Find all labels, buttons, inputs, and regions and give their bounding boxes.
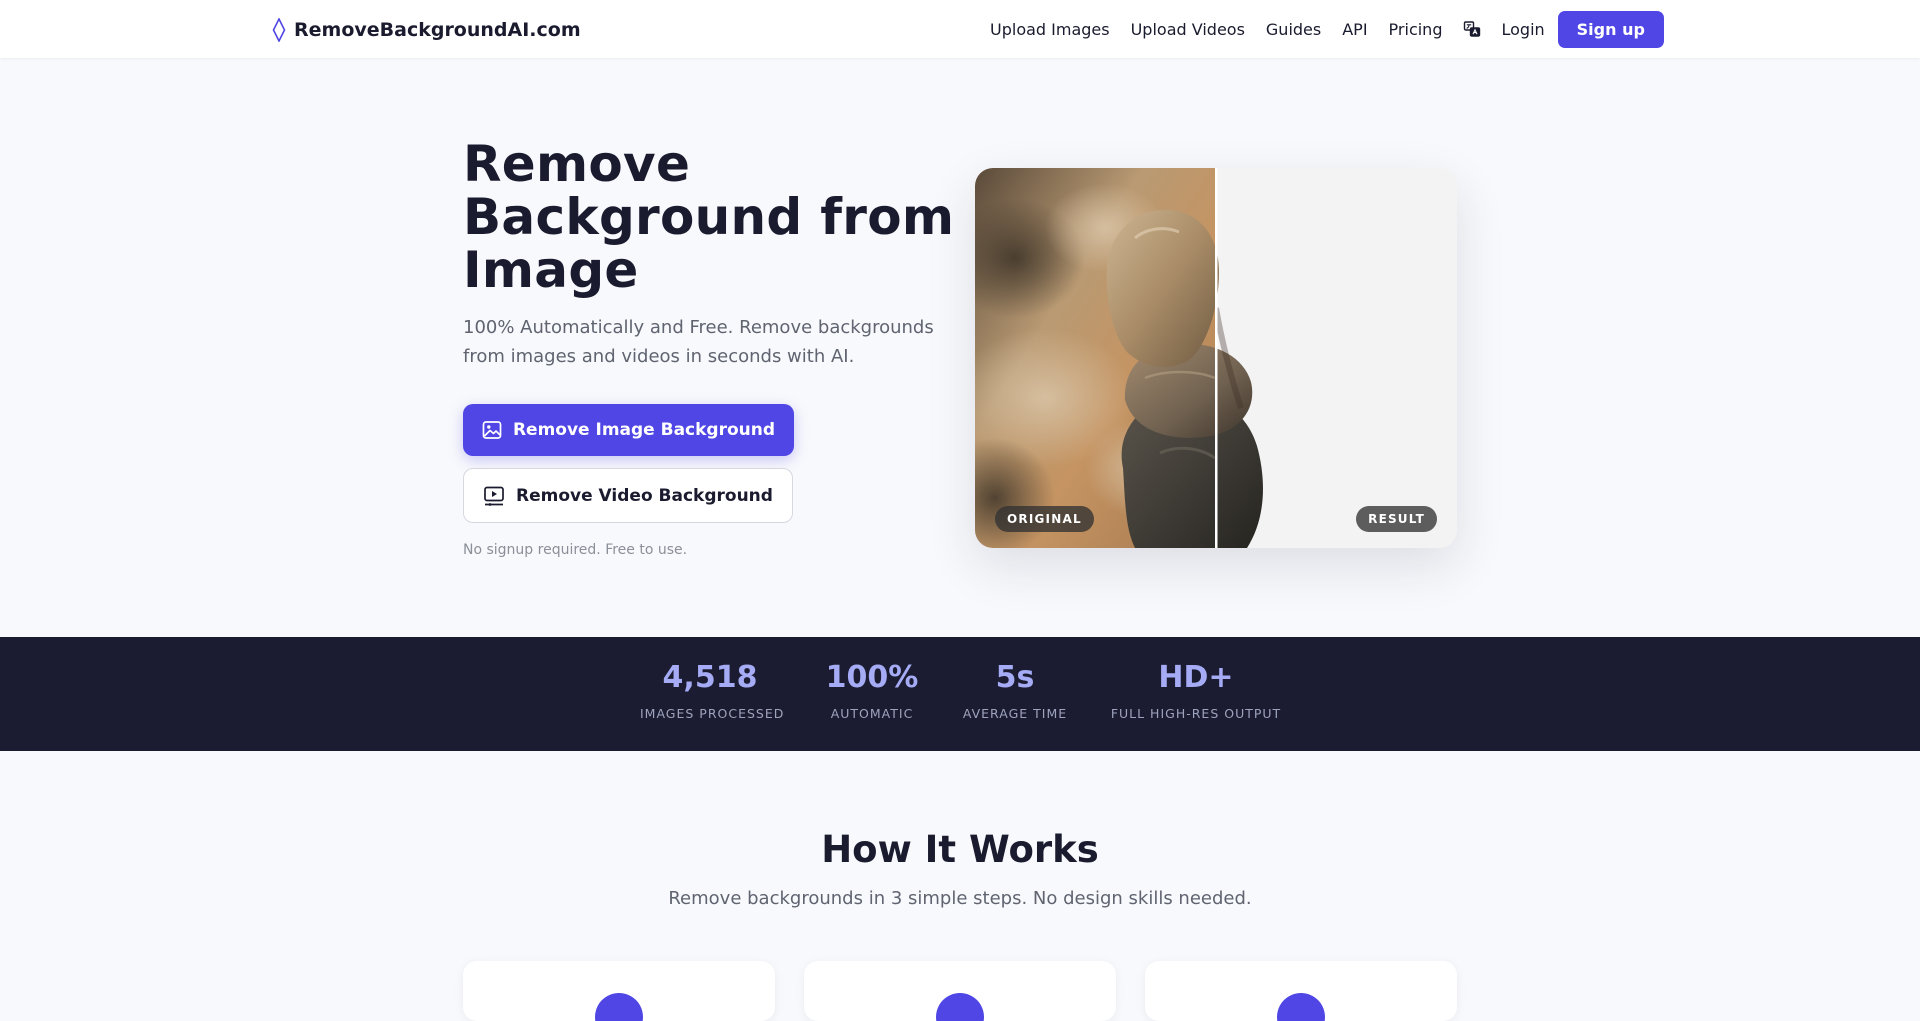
step-card <box>1145 961 1457 1021</box>
remove-video-background-button[interactable]: Remove Video Background <box>463 468 793 523</box>
comparison-divider <box>1215 168 1218 548</box>
nav-links: Upload Images Upload Videos Guides API P… <box>990 10 1664 48</box>
stat-label: AVERAGE TIME <box>962 706 1068 721</box>
how-it-works-subtitle: Remove backgrounds in 3 simple steps. No… <box>668 888 1252 909</box>
hero-subtitle: 100% Automatically and Free. Remove back… <box>463 317 934 367</box>
stat-value: HD+ <box>1158 660 1234 695</box>
nav-link-upload-images[interactable]: Upload Images <box>990 20 1110 39</box>
stat-label: IMAGES PROCESSED <box>640 706 785 721</box>
stat-label: FULL HIGH-RES OUTPUT <box>1110 706 1282 721</box>
remove-video-background-label: Remove Video Background <box>516 485 773 506</box>
stats-band: 4,518 IMAGES PROCESSED 100% AUTOMATIC 5s… <box>0 637 1920 751</box>
step-number-badge <box>595 993 643 1021</box>
step-card <box>804 961 1116 1021</box>
brand-logo[interactable]: RemoveBackgroundAI.com <box>272 17 581 43</box>
result-badge: RESULT <box>1356 506 1437 532</box>
signup-button[interactable]: Sign up <box>1557 10 1664 48</box>
nav-link-guides[interactable]: Guides <box>1266 20 1321 39</box>
hero-title: Remove Background from Image <box>463 135 955 299</box>
stat-full-high-res-output: HD+ FULL HIGH-RES OUTPUT <box>1110 660 1282 722</box>
nav-link-upload-videos[interactable]: Upload Videos <box>1131 20 1245 39</box>
step-number-badge <box>936 993 984 1021</box>
stat-value: 100% <box>825 660 919 695</box>
stat-value: 4,518 <box>662 660 758 695</box>
nav-link-api[interactable]: API <box>1342 20 1367 39</box>
hero-note: No signup required. Free to use. <box>463 542 688 558</box>
video-icon <box>484 486 504 506</box>
stat-average-time: 5s AVERAGE TIME <box>962 660 1068 722</box>
comparison-image <box>975 168 1457 548</box>
stat-images-processed: 4,518 IMAGES PROCESSED <box>640 660 785 722</box>
image-icon <box>482 421 502 439</box>
step-number-badge <box>1277 993 1325 1021</box>
translate-icon[interactable] <box>1463 20 1481 38</box>
original-badge: ORIGINAL <box>995 506 1094 532</box>
diamond-logo-icon <box>272 18 286 42</box>
stat-label: AUTOMATIC <box>830 706 914 721</box>
remove-image-background-label: Remove Image Background <box>512 420 776 440</box>
stat-value: 5s <box>995 660 1035 695</box>
step-card <box>463 961 775 1021</box>
nav-link-pricing[interactable]: Pricing <box>1389 20 1443 39</box>
top-nav: RemoveBackgroundAI.com Upload Images Upl… <box>0 0 1920 58</box>
brand-name: RemoveBackgroundAI.com <box>294 19 581 41</box>
login-link[interactable]: Login <box>1501 20 1544 39</box>
how-it-works-title: How It Works <box>821 828 1099 871</box>
remove-image-background-button[interactable]: Remove Image Background <box>463 404 794 456</box>
before-after-comparison[interactable]: ORIGINAL RESULT <box>975 168 1457 548</box>
hero: Remove Background from Image 100% Automa… <box>463 135 963 558</box>
stat-automatic: 100% AUTOMATIC <box>822 660 922 722</box>
